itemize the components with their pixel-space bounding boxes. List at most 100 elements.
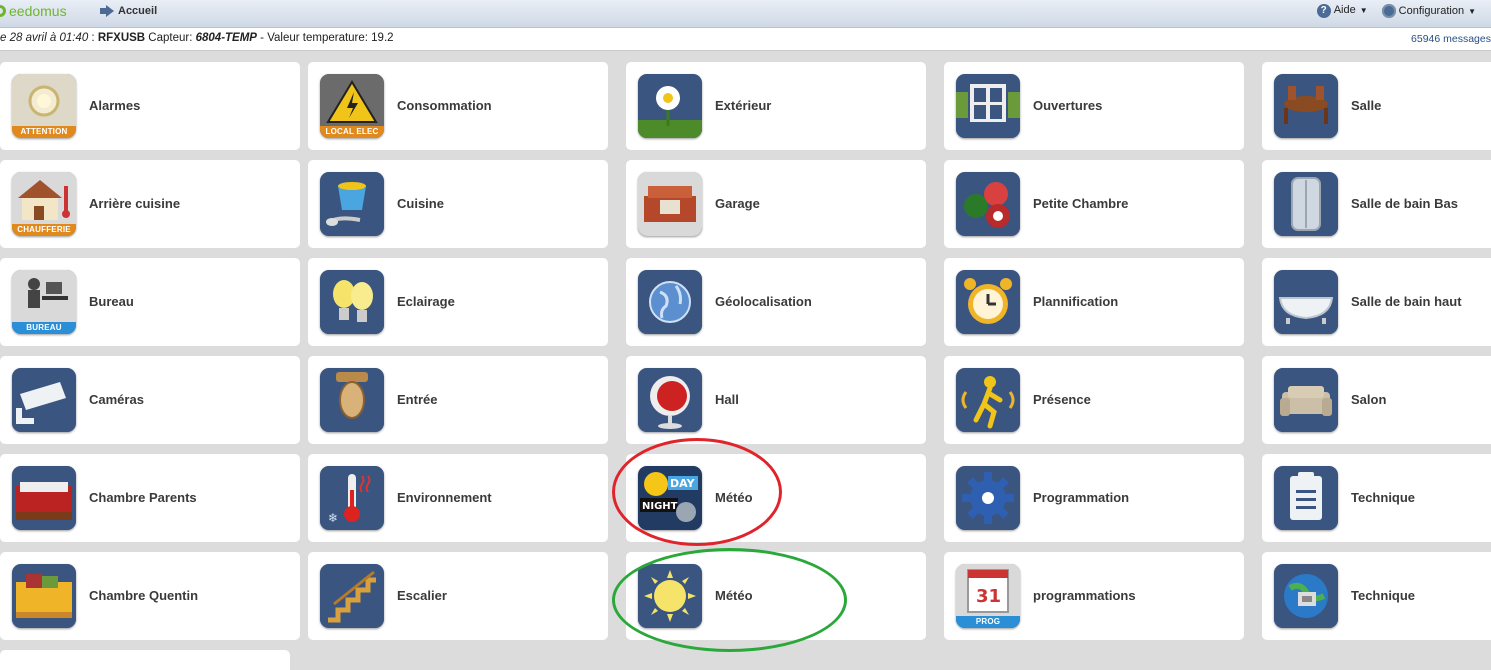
room-tile-hall[interactable]: Hall bbox=[626, 356, 926, 444]
svg-text:❄: ❄ bbox=[328, 511, 338, 525]
question-mark-icon: ? bbox=[1316, 4, 1331, 18]
room-tile-programmation[interactable]: Programmation bbox=[944, 454, 1244, 542]
bathtub-icon bbox=[1274, 270, 1338, 334]
room-tile-label: Garage bbox=[715, 196, 760, 211]
message-count-link[interactable]: 65946 messages bbox=[1411, 33, 1491, 45]
room-tile-label: Eclairage bbox=[397, 294, 455, 309]
green-highlight-ellipse bbox=[612, 548, 847, 652]
room-tile-label: Petite Chambre bbox=[1033, 196, 1129, 211]
room-tile-cameras[interactable]: Caméras bbox=[0, 356, 300, 444]
logo-text: eedomus bbox=[9, 3, 67, 19]
partial-tile[interactable] bbox=[0, 650, 290, 670]
last-message-bar: e 28 avril à 01:40 : RFXUSB Capteur: 680… bbox=[0, 28, 1491, 51]
top-navigation-bar: eedomus Accueil ? Aide ▼ Configuration ▼ bbox=[0, 0, 1491, 28]
room-tile-arriere[interactable]: CHAUFFERIE Arrière cuisine bbox=[0, 160, 300, 248]
red-highlight-ellipse bbox=[612, 438, 782, 546]
message-value: - Valeur temperature: 19.2 bbox=[256, 32, 394, 44]
alarm-icon: ATTENTION bbox=[12, 74, 76, 138]
light-bulbs-icon bbox=[320, 270, 384, 334]
motion-detector-icon bbox=[956, 368, 1020, 432]
icon-ribbon-label: BUREAU bbox=[12, 322, 76, 334]
outdoor-flower-icon bbox=[638, 74, 702, 138]
room-tile-label: Escalier bbox=[397, 588, 447, 603]
help-menu[interactable]: ? Aide ▼ bbox=[1316, 4, 1368, 18]
room-tile-salon[interactable]: Salon bbox=[1262, 356, 1491, 444]
home-label: Accueil bbox=[118, 5, 158, 17]
camera-icon bbox=[12, 368, 76, 432]
room-tile-technique2[interactable]: Technique bbox=[1262, 552, 1491, 640]
room-tile-label: Technique bbox=[1351, 490, 1416, 505]
thermometer-icon: ❄ bbox=[320, 466, 384, 530]
room-tile-label: Alarmes bbox=[89, 98, 141, 113]
room-tile-salle[interactable]: Salle bbox=[1262, 62, 1491, 150]
room-tile-label: programmations bbox=[1033, 588, 1136, 603]
room-tile-label: Programmation bbox=[1033, 490, 1130, 505]
billiard-balls-icon bbox=[956, 172, 1020, 236]
room-tile-escalier[interactable]: Escalier bbox=[308, 552, 608, 640]
room-tile-label: Géolocalisation bbox=[715, 294, 812, 309]
icon-ribbon-label: PROG bbox=[956, 616, 1020, 628]
message-capteur-label: Capteur: bbox=[145, 32, 196, 44]
sofa-icon bbox=[1274, 368, 1338, 432]
room-tile-label: Salon bbox=[1351, 392, 1387, 407]
egg-chair-icon bbox=[638, 368, 702, 432]
room-tile-planif[interactable]: Plannification bbox=[944, 258, 1244, 346]
room-tile-label: Arrière cuisine bbox=[89, 196, 181, 211]
room-tile-label: Consommation bbox=[397, 98, 492, 113]
svg-text:31: 31 bbox=[976, 586, 1001, 607]
calendar-prog-icon: 31 PROG bbox=[956, 564, 1020, 628]
room-tile-chambre-p[interactable]: Chambre Parents bbox=[0, 454, 300, 542]
room-tile-environnement[interactable]: ❄ Environnement bbox=[308, 454, 608, 542]
eedomus-logo[interactable]: eedomus bbox=[0, 3, 67, 19]
room-tile-chambre-q[interactable]: Chambre Quentin bbox=[0, 552, 300, 640]
room-tile-label: Chambre Parents bbox=[89, 490, 197, 505]
room-tile-presence[interactable]: Présence bbox=[944, 356, 1244, 444]
room-tile-geoloc[interactable]: Géolocalisation bbox=[626, 258, 926, 346]
room-tile-label: Salle de bain Bas bbox=[1351, 196, 1458, 211]
power-consumption-icon: LOCAL ELEC bbox=[320, 74, 384, 138]
home-link[interactable]: Accueil bbox=[100, 5, 157, 17]
room-tile-exterieur[interactable]: Extérieur bbox=[626, 62, 926, 150]
message-separator: : bbox=[88, 32, 98, 44]
logo-ring-icon bbox=[0, 5, 6, 17]
alarm-clock-icon bbox=[956, 270, 1020, 334]
room-tile-sdb-haut[interactable]: Salle de bain haut bbox=[1262, 258, 1491, 346]
kitchen-icon bbox=[320, 172, 384, 236]
room-tile-garage[interactable]: Garage bbox=[626, 160, 926, 248]
garage-icon bbox=[638, 172, 702, 236]
dropdown-caret-icon: ▼ bbox=[1468, 6, 1476, 16]
room-tile-alarmes[interactable]: ATTENTION Alarmes bbox=[0, 62, 300, 150]
room-tile-entree[interactable]: Entrée bbox=[308, 356, 608, 444]
network-globe-icon bbox=[1274, 564, 1338, 628]
room-tile-label: Plannification bbox=[1033, 294, 1119, 309]
room-tile-label: Hall bbox=[715, 392, 739, 407]
room-tile-label: Présence bbox=[1033, 392, 1091, 407]
globe-icon bbox=[638, 270, 702, 334]
house-boiler-icon: CHAUFFERIE bbox=[12, 172, 76, 236]
room-tile-petite[interactable]: Petite Chambre bbox=[944, 160, 1244, 248]
message-date: e 28 avril à 01:40 bbox=[0, 32, 89, 44]
last-message-text[interactable]: e 28 avril à 01:40 : RFXUSB Capteur: 680… bbox=[0, 32, 394, 44]
help-label: Aide bbox=[1333, 4, 1356, 16]
room-tile-ouvertures[interactable]: Ouvertures bbox=[944, 62, 1244, 150]
room-tile-technique1[interactable]: Technique bbox=[1262, 454, 1491, 542]
staircase-icon bbox=[320, 564, 384, 628]
room-tile-bureau[interactable]: BUREAU Bureau bbox=[0, 258, 300, 346]
room-tile-label: Salle de bain haut bbox=[1351, 294, 1462, 309]
room-tile-label: Environnement bbox=[397, 490, 492, 505]
gear-icon bbox=[1381, 4, 1396, 18]
room-tile-label: Chambre Quentin bbox=[89, 588, 199, 603]
room-tile-programmations[interactable]: 31 PROG programmations bbox=[944, 552, 1244, 640]
room-tile-eclairage[interactable]: Eclairage bbox=[308, 258, 608, 346]
icon-ribbon-label: ATTENTION bbox=[12, 126, 76, 138]
configuration-menu[interactable]: Configuration ▼ bbox=[1381, 4, 1476, 18]
bed-icon bbox=[12, 564, 76, 628]
room-tile-sdb-bas[interactable]: Salle de bain Bas bbox=[1262, 160, 1491, 248]
message-sensor: 6804-TEMP bbox=[195, 32, 257, 44]
room-tile-label: Ouvertures bbox=[1033, 98, 1103, 113]
room-tile-cuisine[interactable]: Cuisine bbox=[308, 160, 608, 248]
icon-ribbon-label: CHAUFFERIE bbox=[12, 224, 76, 236]
room-tile-consommation[interactable]: LOCAL ELEC Consommation bbox=[308, 62, 608, 150]
room-tile-label: Entrée bbox=[397, 392, 438, 407]
configuration-label: Configuration bbox=[1398, 4, 1465, 17]
